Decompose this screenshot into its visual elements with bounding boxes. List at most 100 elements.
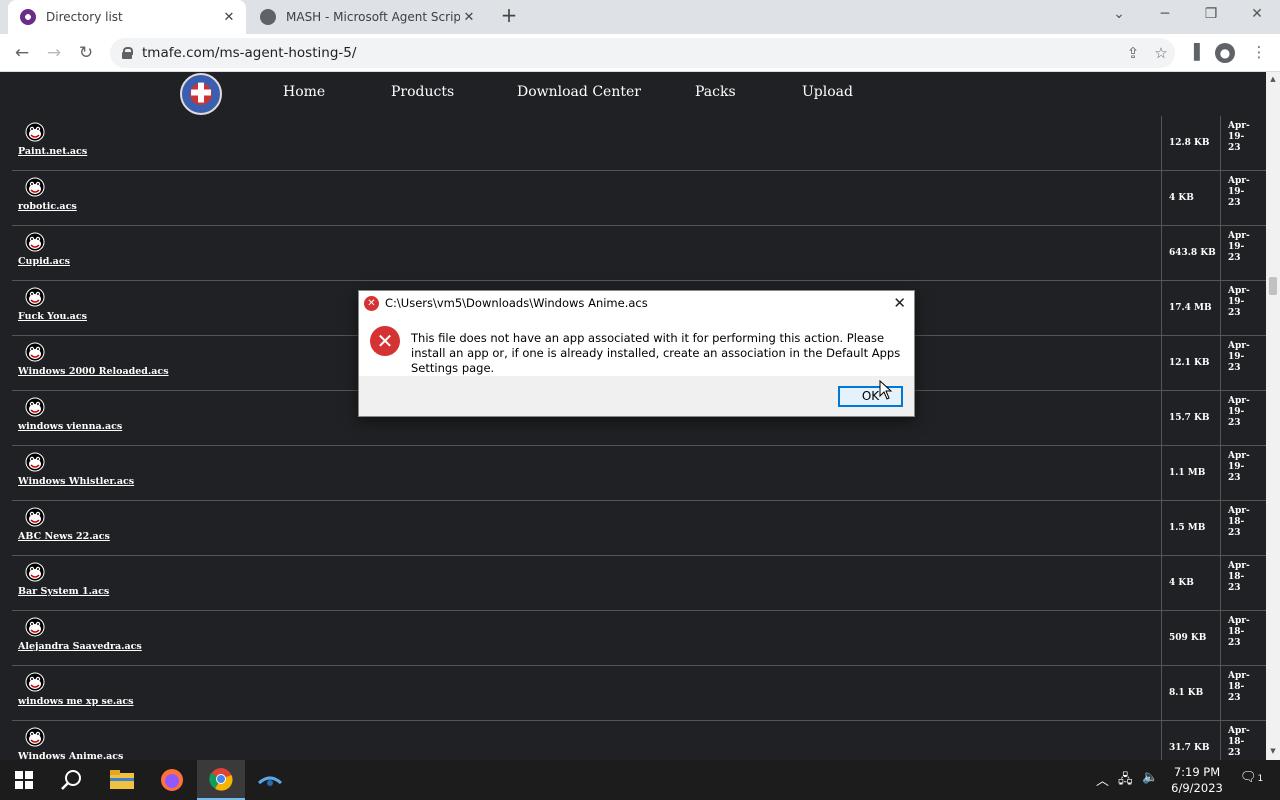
file-name-cell: Alejandra Saavedra.acs xyxy=(12,611,1162,665)
url-text[interactable]: tmafe.com/ms-agent-hosting-5/ xyxy=(142,45,1119,61)
table-row: ABC News 22.acs 1.5 MB Apr- 18- 23 xyxy=(12,501,1266,556)
profile-avatar-icon[interactable]: ● xyxy=(1215,43,1235,63)
toolbar: ← → ↻ tmafe.com/ms-agent-hosting-5/ ⇪ ☆ … xyxy=(0,34,1280,72)
agent-character-icon[interactable] xyxy=(24,560,46,582)
windows-logo-icon xyxy=(15,771,33,789)
agent-character-icon[interactable] xyxy=(24,615,46,637)
agent-character-icon[interactable] xyxy=(24,505,46,527)
file-date: Apr- 18- 23 xyxy=(1224,666,1264,720)
agent-character-icon[interactable] xyxy=(24,230,46,252)
file-link[interactable]: Windows Whistler.acs xyxy=(18,476,134,487)
taskbar: ︿ 🖧 🔈 7:19 PM 6/9/2023 🗨1 xyxy=(0,760,1280,800)
file-link[interactable]: windows vienna.acs xyxy=(18,421,122,432)
folder-icon xyxy=(110,770,134,789)
date-year: 23 xyxy=(1228,143,1241,153)
new-tab-button[interactable]: + xyxy=(498,5,520,27)
file-date: Apr- 19- 23 xyxy=(1224,391,1264,445)
file-size: 4 KB xyxy=(1163,556,1221,610)
nav-home[interactable]: Home xyxy=(283,84,325,100)
scroll-up-arrow-icon[interactable]: ▲ xyxy=(1266,75,1280,83)
file-link[interactable]: Paint.net.acs xyxy=(18,146,87,157)
tab-strip: Directory list ✕ MASH - Microsoft Agent … xyxy=(0,0,1280,34)
chrome-button[interactable] xyxy=(197,760,245,800)
agent-character-icon[interactable] xyxy=(24,175,46,197)
file-link[interactable]: windows me xp se.acs xyxy=(18,696,134,707)
file-link[interactable]: Fuck You.acs xyxy=(18,311,87,322)
start-button[interactable] xyxy=(0,760,48,800)
share-icon[interactable]: ⇪ xyxy=(1119,44,1147,62)
file-name-cell: ABC News 22.acs xyxy=(12,501,1162,555)
site-favicon-icon xyxy=(20,9,36,25)
file-size: 643.8 KB xyxy=(1163,226,1221,280)
date-month: Apr- xyxy=(1228,671,1250,681)
forward-button[interactable]: → xyxy=(43,42,65,64)
ok-button[interactable]: OK xyxy=(838,386,903,407)
file-size: 12.8 KB xyxy=(1163,116,1221,170)
nav-download-center[interactable]: Download Center xyxy=(517,84,641,100)
date-day: 18- xyxy=(1228,517,1245,527)
file-size: 31.7 KB xyxy=(1163,721,1221,760)
search-button[interactable] xyxy=(48,760,96,800)
app-icon xyxy=(257,776,283,786)
nav-products[interactable]: Products xyxy=(391,84,454,100)
date-month: Apr- xyxy=(1228,726,1250,736)
scroll-down-arrow-icon[interactable]: ▼ xyxy=(1266,747,1280,755)
file-explorer-button[interactable] xyxy=(98,760,146,800)
date-day: 18- xyxy=(1228,572,1245,582)
error-dialog: ✕ C:\Users\vm5\Downloads\Windows Anime.a… xyxy=(358,290,915,417)
agent-character-icon[interactable] xyxy=(24,395,46,417)
file-link[interactable]: Windows 2000 Reloaded.acs xyxy=(18,366,169,377)
agent-character-icon[interactable] xyxy=(24,120,46,142)
network-icon[interactable]: 🖧 xyxy=(1118,770,1133,792)
tab-directory-list[interactable]: Directory list ✕ xyxy=(8,0,246,34)
notification-center-icon[interactable]: 🗨1 xyxy=(1240,770,1263,785)
lock-icon[interactable] xyxy=(122,47,133,59)
date-day: 19- xyxy=(1228,352,1245,362)
nav-upload[interactable]: Upload xyxy=(802,84,853,100)
dialog-message: This file does not have an app associate… xyxy=(411,331,901,375)
chrome-icon xyxy=(209,768,233,791)
dialog-close-button[interactable]: ✕ xyxy=(893,294,906,312)
close-tab-icon[interactable]: ✕ xyxy=(460,10,478,25)
menu-kebab-icon[interactable]: ⋮ xyxy=(1249,43,1269,63)
agent-character-icon[interactable] xyxy=(24,725,46,747)
system-clock[interactable]: 7:19 PM 6/9/2023 xyxy=(1166,764,1228,796)
file-link[interactable]: Windows Anime.acs xyxy=(18,751,123,760)
agent-character-icon[interactable] xyxy=(24,450,46,472)
site-logo[interactable]: ✚ xyxy=(180,73,222,115)
file-size: 1.5 MB xyxy=(1163,501,1221,555)
reload-button[interactable]: ↻ xyxy=(75,42,97,64)
file-link[interactable]: ABC News 22.acs xyxy=(18,531,110,542)
date-year: 23 xyxy=(1228,528,1241,538)
file-name-cell: Windows Whistler.acs xyxy=(12,446,1162,500)
bookmark-star-icon[interactable]: ☆ xyxy=(1147,44,1175,62)
file-name-cell: robotic.acs xyxy=(12,171,1162,225)
address-bar[interactable]: tmafe.com/ms-agent-hosting-5/ ⇪ ☆ xyxy=(110,38,1175,68)
scrollbar-thumb[interactable] xyxy=(1269,277,1277,295)
file-link[interactable]: Alejandra Saavedra.acs xyxy=(18,641,142,652)
tab-mash[interactable]: MASH - Microsoft Agent Scripting ✕ xyxy=(250,0,486,34)
date-month: Apr- xyxy=(1228,231,1250,241)
volume-muted-icon[interactable]: 🔈 xyxy=(1142,770,1158,785)
date-year: 23 xyxy=(1228,473,1241,483)
nav-packs[interactable]: Packs xyxy=(695,84,736,100)
clock-time: 7:19 PM xyxy=(1173,765,1221,779)
tab-search-icon[interactable]: ⌄ xyxy=(1109,6,1129,22)
close-window-button[interactable]: ✕ xyxy=(1247,6,1267,22)
back-button[interactable]: ← xyxy=(11,42,33,64)
side-panel-icon[interactable]: ▐ xyxy=(1184,43,1204,63)
file-link[interactable]: Bar System 1.acs xyxy=(18,586,109,597)
agent-character-icon[interactable] xyxy=(24,285,46,307)
app-button[interactable] xyxy=(246,760,294,800)
firefox-button[interactable] xyxy=(148,760,196,800)
show-hidden-icons-icon[interactable]: ︿ xyxy=(1096,770,1109,789)
agent-character-icon[interactable] xyxy=(24,340,46,362)
file-name-cell: Windows Anime.acs xyxy=(12,721,1162,760)
file-link[interactable]: Cupid.acs xyxy=(18,256,70,267)
file-link[interactable]: robotic.acs xyxy=(18,201,77,212)
agent-character-icon[interactable] xyxy=(24,670,46,692)
close-tab-icon[interactable]: ✕ xyxy=(220,10,238,25)
minimize-button[interactable]: ─ xyxy=(1155,6,1175,22)
restore-button[interactable]: ❐ xyxy=(1201,6,1221,22)
page-scrollbar[interactable]: ▲ ▼ xyxy=(1266,72,1280,760)
